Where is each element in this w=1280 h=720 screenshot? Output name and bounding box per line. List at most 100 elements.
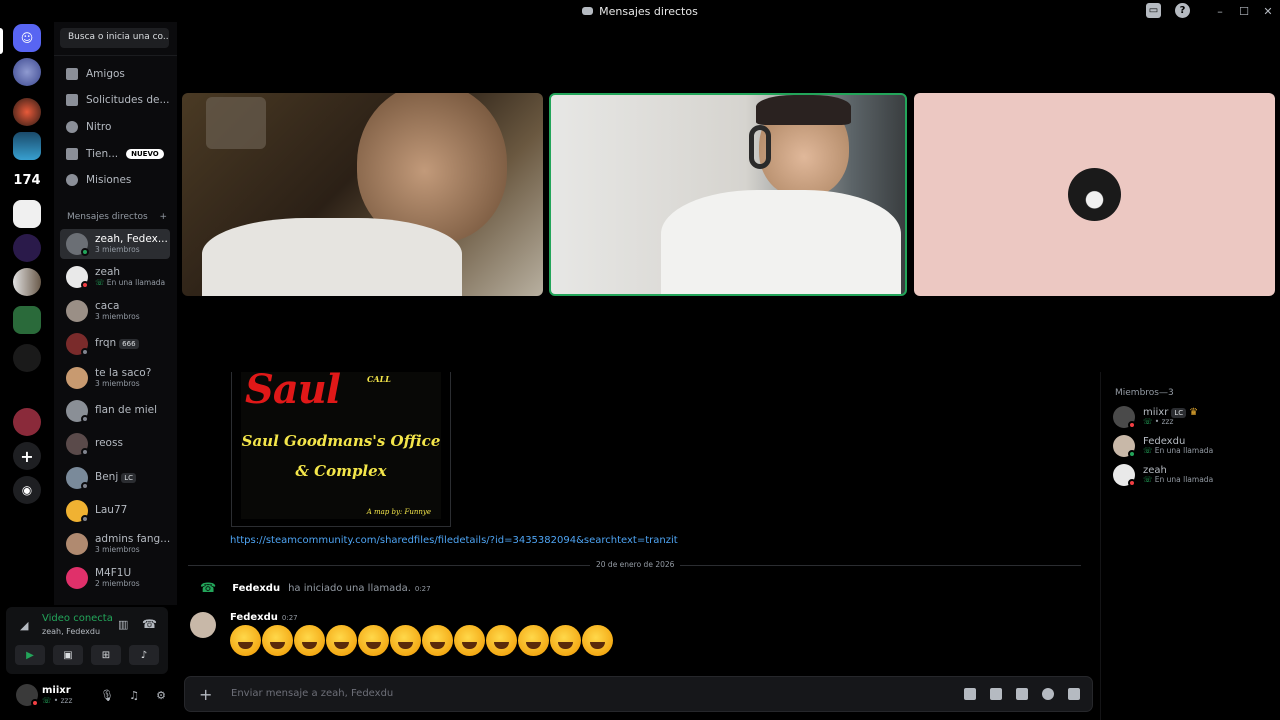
help-icon[interactable]: ? [1175,3,1190,18]
attachment-image[interactable]: Saul CALL Saul Goodmans's Office & Compl… [231,372,451,527]
video-tile-participant-2-speaking[interactable] [549,93,907,296]
create-dm-button[interactable]: + [159,212,167,222]
home-discord-icon[interactable]: ☺ [13,24,41,52]
server-purple-icon[interactable] [13,234,41,262]
gift-icon[interactable] [964,688,976,700]
nav-message-requests[interactable]: Solicitudes de... [60,89,175,111]
dm-header-label: Mensajes directos [67,212,148,222]
message-author[interactable]: Fedexdu [230,612,278,623]
member-name: miixr [1143,406,1169,418]
protein-jar [206,97,266,149]
dm-item-lau77[interactable]: Lau77 [60,496,170,526]
friends-icon [66,68,78,80]
dm-item-zeah-fedexdu[interactable]: zeah, Fedex... 3 miembros [60,229,170,259]
author-avatar[interactable] [190,612,216,638]
avatar [66,500,89,523]
poster-title: Saul [245,372,341,413]
dm-item-te-la-saco[interactable]: te la saco? 3 miembros [60,363,170,393]
activities-button[interactable]: ⊞ [91,645,121,665]
avatar[interactable] [16,684,39,707]
server-stack-icon[interactable] [13,376,41,404]
inbox-icon[interactable]: ▭ [1146,3,1161,18]
nav-nitro[interactable]: Nitro [60,116,175,138]
search-input[interactable]: Busca o inicia una co... [60,28,169,48]
soundboard-button[interactable]: ♪ [129,645,159,665]
dm-item-caca[interactable]: caca 3 miembros [60,296,170,326]
headset [749,125,771,169]
poster-call-text: CALL [367,374,391,384]
member-item-zeah[interactable]: zeah ☏ En una llamada [1113,461,1273,489]
video-tile-participant-1[interactable] [182,93,543,296]
rolling-laughing-emoji-icon [582,625,613,656]
server-troll-icon[interactable] [13,98,41,126]
call-event-user[interactable]: Fedexdu [232,583,280,594]
voice-status[interactable]: Video conecta [42,613,113,624]
rolling-laughing-emoji-icon [550,625,581,656]
close-button[interactable]: ✕ [1256,0,1280,22]
guild-tag: 666 [119,339,139,350]
gif-icon[interactable] [990,688,1002,700]
add-server-icon[interactable]: + [13,442,41,470]
member-item-miixr[interactable]: miixr LC ♛ ☏ • zzz [1113,403,1273,431]
message-link[interactable]: https://steamcommunity.com/sharedfiles/f… [230,535,678,546]
rolling-laughing-emoji-icon [454,625,485,656]
voice-channel: zeah, Fedexdu [42,627,101,636]
voice-panel: ◢ Video conecta zeah, Fedexdu ▥ ☎ ▶ ▣ ⊞ … [6,607,168,674]
dm-avatar-icon[interactable] [13,58,41,86]
screen-share-button[interactable]: ▣ [53,645,83,665]
server-174-icon[interactable]: 174 [13,166,41,194]
member-status: ☏ En una llamada [1143,447,1213,456]
server-red-icon[interactable] [13,344,41,372]
status-dot [81,248,89,256]
video-tile-participant-3-avatar[interactable] [914,93,1275,296]
avatar [66,233,89,256]
call-area [178,22,1280,372]
server-white-icon[interactable] [13,200,41,228]
dm-item-zeah[interactable]: zeah ☏ En una llamada [60,262,170,292]
dm-item-frqn[interactable]: frqn 666 [60,329,170,359]
status-dot [81,348,89,356]
headphones-icon[interactable]: ♫ [127,688,141,702]
server-folder-icon[interactable] [13,306,41,334]
noise-suppression-icon[interactable]: ▥ [118,618,128,631]
avatar [66,400,89,423]
nav-shop[interactable]: Tien... NUEVO [60,143,175,165]
message-input[interactable]: Enviar mensaje a zeah, Fedexdu [231,688,393,699]
server-group-icon[interactable] [13,268,41,296]
status-dot [1128,450,1136,458]
member-item-fedexdu[interactable]: Fedexdu ☏ En una llamada [1113,432,1273,460]
status-dot [1128,421,1136,429]
apps-icon[interactable] [1068,688,1080,700]
poster-line-1: Saul Goodmans's Office [241,432,441,450]
server-wolf-icon[interactable] [13,408,41,436]
call-started-message: ☎ Fedexdu ha iniciado una llamada. 0:27 [200,581,431,596]
avatar [1113,435,1136,458]
dm-name: frqn [95,338,117,350]
signal-icon[interactable]: ◢ [20,619,28,632]
call-event-time: 0:27 [414,584,431,593]
settings-gear-icon[interactable]: ⚙ [154,688,168,702]
nav-quests[interactable]: Misiones [60,169,175,191]
rolling-laughing-emoji-icon [422,625,453,656]
nav-friends[interactable]: Amigos [60,63,175,85]
microphone-icon[interactable]: 🎙︎ [100,688,114,702]
minimize-button[interactable]: – [1208,0,1232,22]
poster-credit: A map by: Funnye [366,508,431,516]
sticker-icon[interactable] [1016,688,1028,700]
camera-button[interactable]: ▶ [15,645,45,665]
maximize-button[interactable]: ☐ [1232,0,1256,22]
disconnect-icon[interactable]: ☎ [142,617,157,631]
dm-item-benj[interactable]: Benj LC [60,463,170,493]
dm-item-reoss[interactable]: reoss [60,429,170,459]
upload-plus-icon[interactable]: + [199,685,212,704]
server-blue-icon[interactable] [13,132,41,160]
discover-icon[interactable]: ◉ [13,476,41,504]
dm-name-row: Benj LC [95,472,137,484]
user-status-text: • zzz [53,696,73,705]
dm-item-m4f1u[interactable]: M4F1U 2 miembros [60,563,170,593]
dm-sub: 3 miembros [95,378,140,388]
dm-item-flan-de-miel[interactable]: flan de miel [60,396,170,426]
avatar [66,367,88,389]
emoji-icon[interactable] [1042,688,1054,700]
dm-item-admins[interactable]: admins fang... 3 miembros [60,529,170,559]
